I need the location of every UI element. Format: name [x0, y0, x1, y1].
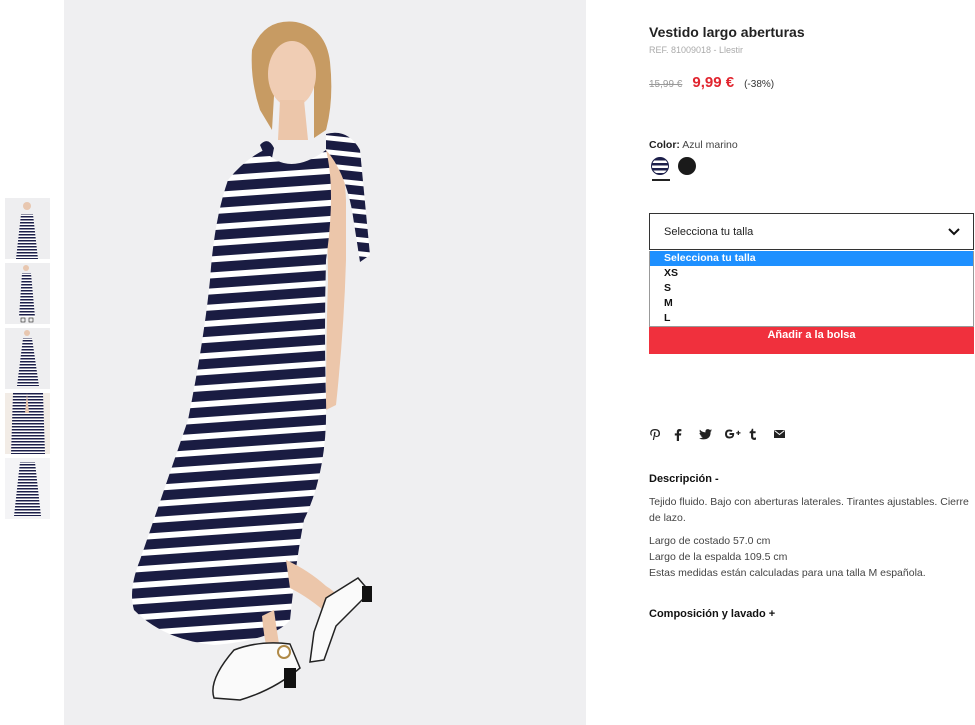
product-reference: REF. 81009018 - Llestir [649, 45, 744, 55]
thumbnail-back-detail[interactable] [5, 393, 50, 454]
add-to-bag-button[interactable]: Añadir a la bolsa [649, 327, 974, 354]
sale-price: 9,99 € [692, 74, 735, 91]
measurement-side-length: Largo de costado 57.0 cm [649, 535, 771, 547]
size-option-l[interactable]: L [650, 311, 973, 326]
color-swatches [651, 157, 696, 175]
thumbnail-side-view[interactable] [5, 328, 50, 389]
original-price: 15,99 € [649, 79, 683, 90]
twitter-icon[interactable] [699, 426, 724, 442]
color-info: Color: Azul marino [649, 139, 738, 151]
email-icon[interactable] [774, 426, 799, 442]
size-select-label: Selecciona tu talla [664, 225, 754, 238]
price-row: 15,99 € 9,99 € (-38%) [649, 74, 774, 91]
tumblr-icon[interactable] [749, 426, 774, 442]
measurement-size-note: Estas medidas están calculadas para una … [649, 567, 926, 579]
size-option-s[interactable]: S [650, 281, 973, 296]
size-option-xs[interactable]: XS [650, 266, 973, 281]
discount-badge: (-38%) [744, 79, 775, 90]
black-swatch[interactable] [678, 157, 696, 175]
product-main-image [64, 0, 586, 725]
thumbnail-front-view[interactable] [5, 198, 50, 259]
google-plus-icon[interactable] [724, 426, 749, 442]
size-select[interactable]: Selecciona tu talla [649, 213, 974, 250]
size-dropdown-list: Selecciona tu talla XS S M L [649, 251, 974, 327]
size-option-placeholder[interactable]: Selecciona tu talla [650, 251, 973, 266]
color-label: Color: [649, 139, 680, 151]
thumbnail-flat-lay[interactable] [5, 458, 50, 519]
description-heading[interactable]: Descripción - [649, 473, 719, 485]
facebook-icon[interactable] [674, 426, 699, 442]
thumbnail-full-length-view[interactable] [5, 263, 50, 324]
measurement-back-length: Largo de la espalda 109.5 cm [649, 551, 788, 563]
thumbnail-gallery [5, 198, 51, 523]
pinterest-icon[interactable] [649, 426, 674, 442]
share-icons [649, 426, 799, 442]
size-option-m[interactable]: M [650, 296, 973, 311]
color-value: Azul marino [682, 139, 738, 151]
description-text: Tejido fluido. Bajo con aberturas latera… [649, 496, 969, 524]
composition-care-toggle[interactable]: Composición y lavado + [649, 608, 775, 620]
product-title: Vestido largo aberturas [649, 24, 805, 40]
navy-white-stripe-swatch[interactable] [651, 157, 669, 175]
selected-swatch-indicator [652, 179, 670, 181]
chevron-down-icon [948, 227, 960, 235]
